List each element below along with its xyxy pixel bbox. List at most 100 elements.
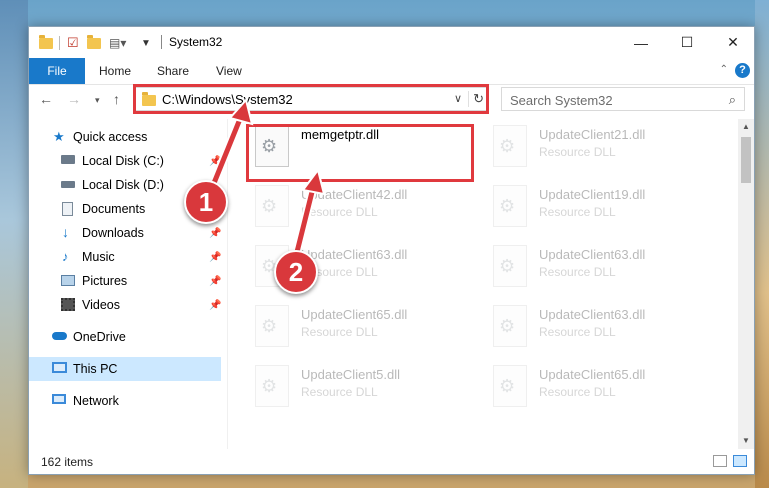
address-bar-highlight xyxy=(133,84,489,114)
search-icon: ⌕ xyxy=(728,92,736,107)
tab-view[interactable]: View xyxy=(216,58,242,84)
scrollbar-thumb[interactable] xyxy=(741,137,751,183)
dll-file-icon xyxy=(493,365,527,407)
item-count: 162 items xyxy=(41,455,94,469)
file-name: UpdateClient42.dll xyxy=(301,187,408,202)
list-item[interactable]: UpdateClient5.dll Resource DLL xyxy=(245,359,475,415)
pin-icon[interactable]: 📌 xyxy=(209,252,221,263)
network-icon xyxy=(52,394,66,404)
sidebar-item-downloads[interactable]: ↓ Downloads 📌 xyxy=(29,221,221,245)
cloud-icon xyxy=(52,332,67,340)
close-button[interactable]: ✕ xyxy=(710,27,756,58)
folder-icon[interactable] xyxy=(39,34,53,52)
back-arrow-icon[interactable]: ← xyxy=(39,91,53,107)
sidebar-item-label: Local Disk (C:) xyxy=(82,154,164,168)
properties-icon[interactable]: ☑ xyxy=(67,34,79,52)
dll-file-icon xyxy=(493,245,527,287)
maximize-button[interactable]: ☐ xyxy=(664,27,710,58)
documents-icon xyxy=(62,202,73,216)
scroll-down-icon[interactable]: ▼ xyxy=(738,433,754,449)
file-type: Resource DLL xyxy=(539,265,616,279)
new-folder-icon[interactable] xyxy=(87,34,101,52)
file-type: Resource DLL xyxy=(301,385,378,399)
sidebar-item-label: Videos xyxy=(82,298,120,312)
dll-file-icon xyxy=(255,305,289,347)
file-type: Resource DLL xyxy=(539,205,616,219)
list-item[interactable]: UpdateClient63.dll Resource DLL xyxy=(483,299,713,355)
sidebar-item-music[interactable]: ♪ Music 📌 xyxy=(29,245,221,269)
file-type: Resource DLL xyxy=(539,325,616,339)
file-highlight xyxy=(246,124,474,182)
toolbar-divider xyxy=(59,36,60,50)
list-item[interactable]: UpdateClient19.dll Resource DLL xyxy=(483,179,713,235)
dll-file-icon xyxy=(493,185,527,227)
minimize-button[interactable]: — xyxy=(618,27,664,58)
tab-home[interactable]: Home xyxy=(99,58,131,84)
pin-icon[interactable]: 📌 xyxy=(209,228,221,239)
status-bar: 162 items xyxy=(29,449,754,475)
file-type: Resource DLL xyxy=(539,145,616,159)
details-view-icon[interactable] xyxy=(713,455,727,467)
sidebar-item-label: This PC xyxy=(73,362,118,376)
download-icon: ↓ xyxy=(62,224,69,240)
desktop-background-left xyxy=(0,0,28,488)
dll-file-icon xyxy=(255,365,289,407)
file-name: UpdateClient19.dll xyxy=(539,187,646,202)
desktop-background-right xyxy=(755,0,769,488)
sidebar-item-local-disk-c[interactable]: Local Disk (C:) 📌 xyxy=(29,149,221,173)
help-icon[interactable]: ? xyxy=(735,63,750,78)
up-arrow-icon[interactable]: ↑ xyxy=(113,91,120,107)
file-name: UpdateClient21.dll xyxy=(539,127,646,142)
recent-locations-icon[interactable]: ▾ xyxy=(95,95,100,106)
sidebar-item-pictures[interactable]: Pictures 📌 xyxy=(29,269,221,293)
sidebar-item-label: Quick access xyxy=(73,130,148,144)
window-title: System32 xyxy=(169,35,223,49)
vertical-scrollbar[interactable]: ▲ ▼ xyxy=(738,119,754,449)
file-type: Resource DLL xyxy=(301,205,378,219)
sidebar-item-network[interactable]: Network xyxy=(29,389,221,413)
pin-icon[interactable]: 📌 xyxy=(209,276,221,287)
sidebar-item-this-pc[interactable]: This PC xyxy=(29,357,221,381)
pane-divider[interactable] xyxy=(227,119,228,449)
list-item[interactable]: UpdateClient65.dll Resource DLL xyxy=(245,299,475,355)
sidebar-item-label: Local Disk (D:) xyxy=(82,178,164,192)
sidebar-item-videos[interactable]: Videos 📌 xyxy=(29,293,221,317)
search-input[interactable]: Search System32 xyxy=(510,93,613,108)
dll-file-icon xyxy=(255,185,289,227)
scroll-up-icon[interactable]: ▲ xyxy=(738,119,754,135)
sidebar-item-quick-access[interactable]: ★ Quick access xyxy=(29,125,221,149)
tab-file[interactable]: File xyxy=(29,58,85,84)
file-name: UpdateClient63.dll xyxy=(301,247,408,262)
file-name: UpdateClient65.dll xyxy=(539,367,646,382)
ribbon: File Home Share View ⌃ ? xyxy=(29,58,754,85)
sidebar-item-label: Downloads xyxy=(82,226,144,240)
navigation-pane: ★ Quick access Local Disk (C:) 📌 Local D… xyxy=(29,119,221,449)
list-item[interactable]: UpdateClient21.dll Resource DLL xyxy=(483,119,713,175)
videos-icon xyxy=(61,298,75,311)
large-icons-view-icon[interactable] xyxy=(733,455,747,467)
search-box[interactable]: Search System32 ⌕ xyxy=(501,87,745,111)
sidebar-item-label: OneDrive xyxy=(73,330,126,344)
sidebar-item-label: Documents xyxy=(82,202,146,216)
sidebar-item-label: Network xyxy=(73,394,119,408)
pin-icon[interactable]: 📌 xyxy=(209,300,221,311)
star-icon: ★ xyxy=(53,129,65,144)
quick-access-dropdown-icon[interactable]: ▼ xyxy=(141,34,151,52)
forward-arrow-icon[interactable]: → xyxy=(67,91,81,107)
computer-icon xyxy=(52,362,67,373)
list-item[interactable]: UpdateClient63.dll Resource DLL xyxy=(483,239,713,295)
list-item[interactable]: UpdateClient65.dll Resource DLL xyxy=(483,359,713,415)
list-item[interactable]: UpdateClient42.dll Resource DLL xyxy=(245,179,475,235)
sidebar-item-onedrive[interactable]: OneDrive xyxy=(29,325,221,349)
drive-icon xyxy=(61,155,75,164)
callout-step-one: 1 xyxy=(184,180,228,224)
file-type: Resource DLL xyxy=(539,385,616,399)
chevron-up-icon[interactable]: ⌃ xyxy=(720,64,728,75)
pictures-icon xyxy=(61,275,75,286)
title-bar: ☑ ▤▾ ▼ System32 — ☐ ✕ xyxy=(29,27,754,58)
drive-icon xyxy=(61,181,75,188)
tab-share[interactable]: Share xyxy=(157,58,189,84)
pin-icon[interactable]: 📌 xyxy=(209,156,221,167)
customize-toolbar-icon[interactable]: ▤▾ xyxy=(109,34,126,52)
file-name: UpdateClient63.dll xyxy=(539,247,646,262)
